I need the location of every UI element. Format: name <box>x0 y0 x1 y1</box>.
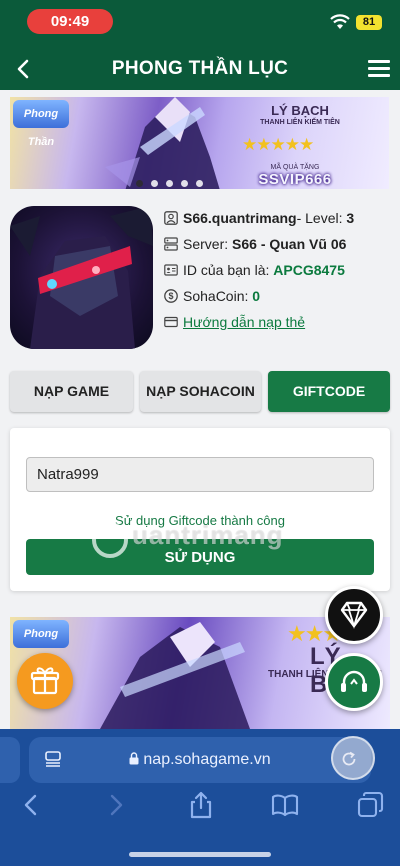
status-time: 09:49 <box>27 9 113 34</box>
assistive-touch-button[interactable] <box>331 736 375 780</box>
banner-character-name: LÝ BẠCH <box>271 103 329 118</box>
server-label: Server: <box>183 236 229 252</box>
carousel-dot[interactable] <box>136 180 143 187</box>
tabs-icon[interactable] <box>355 790 385 820</box>
browser-back-icon[interactable] <box>16 790 46 820</box>
sohacoin-value: 0 <box>252 288 261 304</box>
username: S66.quantrimang <box>183 210 297 226</box>
status-bar: 09:49 81 <box>0 0 400 48</box>
username-row: S66.quantrimang- Level: 3 <box>164 208 354 234</box>
browser-forward-icon[interactable] <box>101 790 131 820</box>
game-avatar <box>10 206 153 349</box>
home-indicator <box>129 852 271 857</box>
watermark-logo <box>92 522 128 558</box>
id-label: ID của bạn là: <box>183 262 270 278</box>
game-logo: Phong Thần <box>13 620 69 668</box>
guide-row[interactable]: Hướng dẫn nạp thẻ <box>164 312 354 338</box>
carousel-dots[interactable] <box>136 174 211 192</box>
lock-icon <box>129 752 139 765</box>
banner-promo-code: SSVIP666 <box>258 171 332 188</box>
sohacoin-row: $ SohaCoin: 0 <box>164 286 354 312</box>
topup-guide-link[interactable]: Hướng dẫn nạp thẻ <box>183 314 305 330</box>
carousel-dot[interactable] <box>181 180 188 187</box>
banner-tagline: THANH LIÊN KIẾM TIÊN <box>260 119 340 126</box>
previous-tab-edge[interactable] <box>0 737 20 783</box>
level-value: 3 <box>346 210 355 226</box>
hamburger-menu-icon[interactable] <box>368 60 390 78</box>
page-title: PHONG THẦN LỤC <box>111 58 289 79</box>
credit-card-icon <box>164 316 178 328</box>
diamond-button[interactable] <box>325 586 383 644</box>
watermark-text: uantrimang <box>132 520 284 550</box>
bookmarks-icon[interactable] <box>270 790 300 820</box>
carousel-dot[interactable] <box>166 180 173 187</box>
user-icon <box>164 211 178 225</box>
sohacoin-label: SohaCoin: <box>183 288 249 304</box>
game-logo: Phong Thần <box>13 100 69 148</box>
character-artwork <box>100 622 250 729</box>
server-value: S66 - Quan Vũ 06 <box>232 236 347 252</box>
carousel-dot[interactable] <box>196 180 203 187</box>
share-icon[interactable] <box>186 790 216 820</box>
tab-nap-sohacoin[interactable]: NẠP SOHACOIN <box>140 371 261 412</box>
level-label: - Level: <box>296 210 343 226</box>
server-row: Server: S66 - Quan Vũ 06 <box>164 234 354 260</box>
banner-stars: ★★★★★ <box>242 135 314 154</box>
id-card-icon <box>164 264 178 276</box>
address-bar[interactable]: nap.sohagame.vn <box>29 737 371 783</box>
tab-nap-game[interactable]: NẠP GAME <box>10 371 133 412</box>
wifi-icon <box>330 14 350 29</box>
profile-info: S66.quantrimang- Level: 3 Server: S66 - … <box>164 208 354 338</box>
support-button[interactable] <box>325 653 383 711</box>
top-nav-bar: PHONG THẦN LỤC <box>0 48 400 90</box>
banner-promo-label: MÃ QUÀ TẶNG <box>270 164 320 171</box>
url-text[interactable]: nap.sohagame.vn <box>29 751 371 769</box>
giftcode-card: Sử dụng Giftcode thành công SỬ DỤNG <box>10 428 390 591</box>
carousel-dot[interactable] <box>151 180 158 187</box>
server-icon <box>164 237 178 251</box>
giftcode-input[interactable] <box>26 457 374 492</box>
url-value: nap.sohagame.vn <box>143 751 271 768</box>
id-value: APCG8475 <box>273 262 345 278</box>
gift-button[interactable] <box>17 653 73 709</box>
gift-icon <box>30 667 60 695</box>
battery-icon: 81 <box>356 15 382 30</box>
diamond-icon <box>340 601 368 630</box>
svg-text:$: $ <box>168 291 173 301</box>
id-row: ID của bạn là: APCG8475 <box>164 260 354 286</box>
coin-icon: $ <box>164 289 178 303</box>
tab-giftcode[interactable]: GIFTCODE <box>268 371 390 412</box>
headset-icon <box>341 670 367 692</box>
